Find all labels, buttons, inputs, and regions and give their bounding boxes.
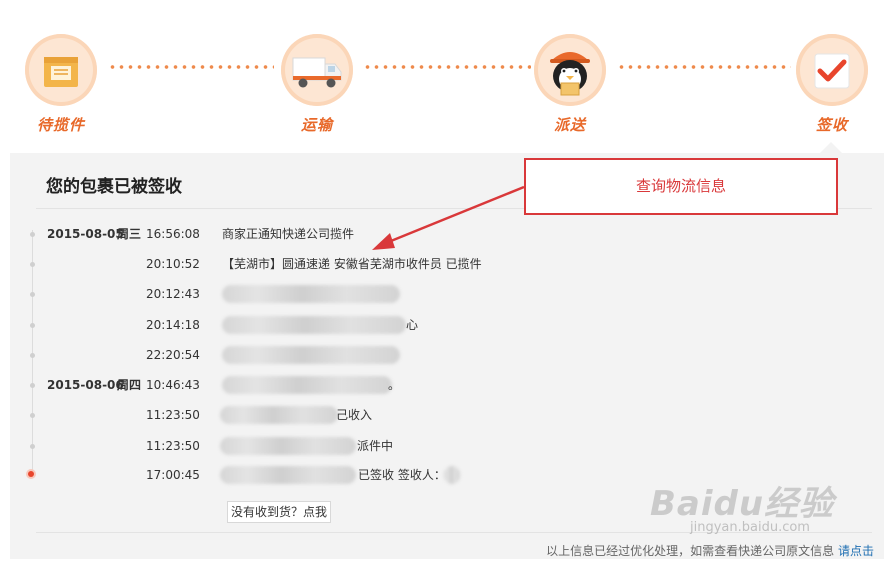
event-time: 11:23:50 (146, 439, 200, 453)
timeline-row: 20:10:52 【芜湖市】圆通速递 安徽省芜湖市收件员 已揽件 (10, 253, 870, 275)
checkmark-signed-icon (796, 34, 868, 106)
event-description-tail: 派件中 (357, 439, 394, 453)
blurred-description (222, 376, 392, 394)
pending-package-icon (25, 34, 97, 106)
event-description-tail: 已签收 签收人： (358, 468, 446, 482)
event-description-tail: 心 (406, 318, 419, 332)
event-weekday: 周三 (117, 227, 142, 241)
annotation-box: 查询物流信息 (524, 158, 838, 215)
progress-dots (617, 64, 791, 70)
event-time: 20:12:43 (146, 287, 200, 301)
blurred-description (220, 406, 338, 424)
courier-penguin-icon (534, 34, 606, 106)
event-time: 17:00:45 (146, 468, 200, 482)
event-time: 10:46:43 (146, 378, 200, 392)
event-time: 16:56:08 (146, 227, 200, 241)
timeline-dot (30, 383, 35, 388)
delivery-progress: 待揽件 运输 派送 签收 (0, 0, 891, 154)
progress-dots (363, 64, 531, 70)
current-status-dot (28, 471, 34, 477)
event-description: 商家正通知快递公司揽件 (222, 227, 355, 241)
footer-text: 以上信息已经过优化处理，如需查看快递公司原文信息 (546, 544, 835, 558)
event-description-tail: 。 (388, 378, 401, 392)
timeline-row: 20:14:18 心 (10, 314, 870, 336)
step-label: 签收 (815, 116, 848, 134)
step-pending-pickup: 待揽件 (11, 34, 111, 135)
timeline-row: 22:20:54 (10, 344, 870, 366)
timeline-row: 2015-08-05 周三 16:56:08 商家正通知快递公司揽件 (10, 223, 870, 245)
event-time: 22:20:54 (146, 348, 200, 362)
event-time: 20:14:18 (146, 318, 200, 332)
event-time: 20:10:52 (146, 257, 200, 271)
timeline-row: 20:12:43 (10, 283, 870, 305)
blurred-description (222, 285, 400, 303)
timeline-dot (30, 444, 35, 449)
timeline-dot (30, 353, 35, 358)
timeline-dot (30, 292, 35, 297)
view-original-link[interactable]: 请点击 (838, 544, 874, 558)
blurred-description (220, 466, 356, 484)
timeline-row: 2015-08-06 周四 10:46:43 。 (10, 374, 870, 396)
timeline-dot (30, 232, 35, 237)
watermark-url: jingyan.baidu.com (690, 520, 810, 535)
timeline-row: 11:23:50 己收入 (10, 404, 870, 426)
blurred-signer (444, 466, 460, 484)
event-description-tail: 己收入 (336, 408, 373, 422)
timeline-row: 11:23:50 派件中 (10, 435, 870, 457)
blurred-description (222, 316, 406, 334)
baidu-jingyan-watermark: Baidu经验 (650, 484, 835, 524)
event-weekday: 周四 (117, 378, 142, 392)
blurred-description (220, 437, 356, 455)
step-transport: 运输 (267, 34, 367, 135)
timeline-dot (30, 413, 35, 418)
truck-icon (281, 34, 353, 106)
progress-dots (108, 64, 274, 70)
panel-title: 您的包裹已被签收 (46, 177, 182, 197)
step-signed: 签收 (782, 34, 882, 135)
event-date: 2015-08-06 (47, 378, 124, 392)
footer-note: 以上信息已经过优化处理，如需查看快递公司原文信息 请点击 (546, 542, 874, 559)
event-description: 【芜湖市】圆通速递 安徽省芜湖市收件员 已揽件 (222, 257, 482, 271)
step-label: 待揽件 (36, 116, 85, 134)
step-label: 派送 (553, 116, 586, 134)
step-delivery: 派送 (520, 34, 620, 135)
event-date: 2015-08-05 (47, 227, 124, 241)
timeline-dot (30, 262, 35, 267)
blurred-description (222, 346, 400, 364)
not-received-button[interactable]: 没有收到货？点我 (227, 501, 332, 523)
step-label: 运输 (300, 116, 333, 134)
event-time: 11:23:50 (146, 408, 200, 422)
timeline-dot (30, 323, 35, 328)
